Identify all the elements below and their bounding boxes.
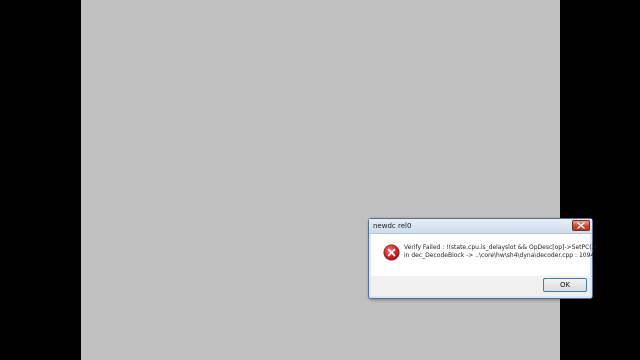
- error-dialog: newdc rel0 Verify Failed: !(state.cpu.i…: [368, 218, 596, 299]
- close-button[interactable]: [572, 220, 590, 231]
- screen: newdc rel0 Verify Failed: !(state.cpu.i…: [0, 0, 640, 360]
- emulator-canvas: [81, 0, 560, 360]
- error-message-line-1: Verify Failed : !(state.cpu.is_delayslot…: [404, 244, 597, 251]
- dialog-button-row: OK: [371, 276, 590, 296]
- dialog-body: Verify Failed : !(state.cpu.is_delayslot…: [371, 234, 596, 276]
- dialog-title: newdc rel0: [373, 222, 412, 230]
- dialog-titlebar[interactable]: newdc rel0: [369, 219, 592, 234]
- close-icon: [577, 222, 585, 229]
- error-message-line-2: in dec_DecodeBlock -> ..\core\hw\sh4\dyn…: [404, 252, 595, 259]
- error-message: Verify Failed : !(state.cpu.is_delayslot…: [404, 244, 596, 260]
- error-icon: [383, 244, 400, 261]
- ok-button[interactable]: OK: [543, 278, 587, 292]
